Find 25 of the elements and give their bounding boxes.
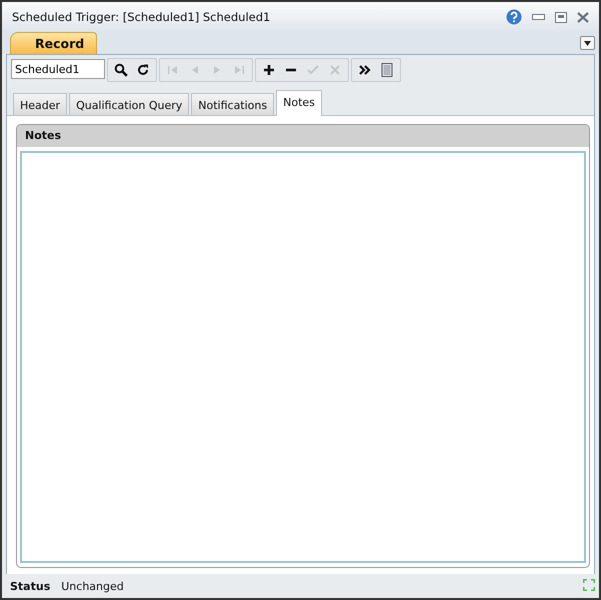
last-icon — [232, 63, 246, 77]
status-value: Unchanged — [61, 580, 124, 592]
refresh-icon — [136, 63, 150, 77]
dropdown-button[interactable] — [580, 36, 595, 50]
record-field[interactable]: Scheduled1 — [11, 59, 105, 79]
plus-icon — [262, 63, 276, 77]
panel-title: Notes — [25, 129, 62, 142]
record-tab[interactable]: Record — [10, 32, 98, 54]
checkmark-icon — [306, 63, 320, 77]
close-icon — [328, 63, 342, 77]
maximize-icon[interactable] — [555, 12, 567, 22]
window-title: Scheduled Trigger: [Scheduled1] Scheduled1 — [12, 10, 272, 24]
close-icon[interactable] — [577, 12, 589, 22]
help-icon[interactable] — [506, 9, 522, 25]
caret-icon — [584, 40, 591, 46]
tab[interactable]: Notifications — [191, 93, 274, 115]
minimize-icon[interactable] — [532, 14, 545, 20]
double-chevron-icon — [358, 63, 372, 77]
search-icon — [114, 63, 128, 77]
status-label: Status — [10, 580, 50, 592]
first-icon — [166, 63, 180, 77]
tab[interactable]: Notes — [276, 90, 322, 116]
list-icon — [380, 63, 394, 77]
tab[interactable]: Header — [13, 93, 68, 115]
tab[interactable]: Qualification Query — [69, 93, 190, 115]
